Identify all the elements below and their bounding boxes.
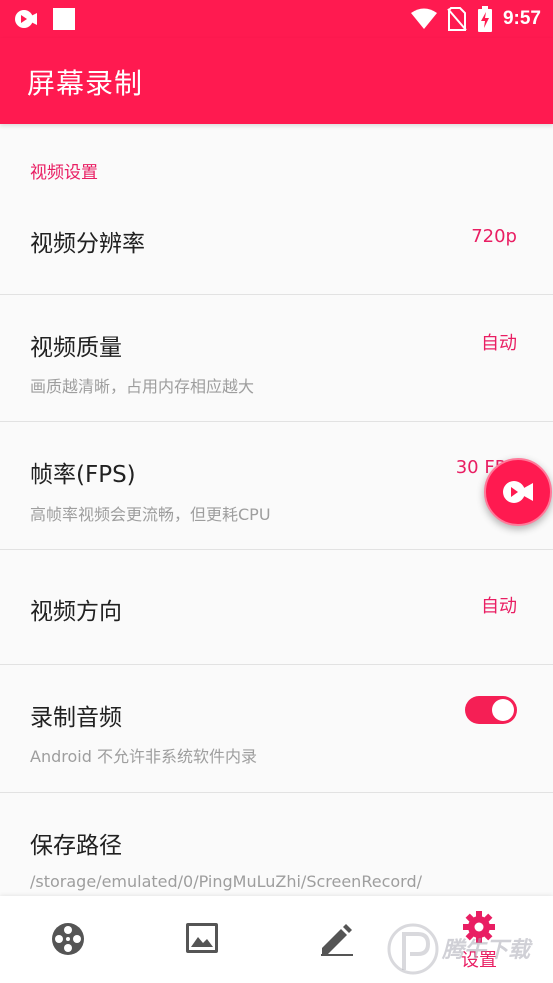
watermark-text: 腾牛下载 — [442, 938, 531, 963]
pref-frame-rate[interactable]: 帧率(FPS) 高帧率视频会更流畅，但更耗CPU 30 FPS — [0, 422, 553, 550]
app-bar: 屏幕录制 — [0, 38, 553, 124]
film-reel-icon — [52, 923, 84, 955]
pref-title: 帧率(FPS) — [30, 462, 136, 488]
page-title: 屏幕录制 — [27, 67, 144, 100]
pref-title: 保存路径 — [30, 833, 122, 859]
pref-value: 自动 — [481, 333, 517, 354]
toggle-knob — [492, 699, 514, 721]
pref-value: 720p — [471, 226, 517, 247]
edit-pencil-icon — [321, 924, 353, 956]
pref-title: 视频分辨率 — [30, 231, 145, 257]
square-icon — [53, 8, 75, 30]
nav-item-videos[interactable] — [18, 896, 118, 983]
watermark: 腾牛下载 — [386, 922, 548, 980]
video-record-icon — [503, 481, 533, 503]
pref-summary: 画质越清晰，占用内存相应越大 — [30, 377, 255, 396]
settings-list[interactable]: 视频设置 视频分辨率 720p 视频质量 画质越清晰，占用内存相应越大 自动 帧… — [0, 124, 553, 896]
pref-video-quality[interactable]: 视频质量 画质越清晰，占用内存相应越大 自动 — [0, 295, 553, 422]
pref-save-path[interactable]: 保存路径 /storage/emulated/0/PingMuLuZhi/Scr… — [0, 793, 553, 896]
nav-item-edit[interactable] — [286, 896, 386, 983]
battery-charging-icon — [477, 6, 492, 32]
watermark-logo-icon — [387, 923, 439, 975]
pref-title: 录制音频 — [30, 705, 122, 731]
no-sim-icon — [447, 7, 467, 31]
status-bar-right: 9:57 — [410, 6, 541, 32]
pref-video-resolution[interactable]: 视频分辨率 720p — [0, 202, 553, 295]
pref-summary: /storage/emulated/0/PingMuLuZhi/ScreenRe… — [30, 872, 422, 891]
status-time: 9:57 — [502, 8, 541, 29]
status-bar: 9:57 — [0, 0, 553, 38]
nav-item-images[interactable] — [152, 896, 252, 983]
pref-summary: 高帧率视频会更流畅，但更耗CPU — [30, 505, 271, 524]
pref-video-orientation[interactable]: 视频方向 自动 — [0, 550, 553, 665]
floating-record-button[interactable] — [484, 458, 552, 526]
section-header-video: 视频设置 — [30, 163, 98, 183]
pref-record-audio[interactable]: 录制音频 Android 不允许非系统软件内录 — [0, 665, 553, 793]
record-audio-toggle[interactable] — [465, 696, 517, 724]
pref-summary: Android 不允许非系统软件内录 — [30, 747, 257, 766]
pref-title: 视频方向 — [30, 599, 122, 625]
pref-value: 自动 — [481, 596, 517, 617]
status-bar-left — [14, 7, 76, 31]
pref-title: 视频质量 — [30, 335, 122, 361]
video-record-icon — [15, 10, 37, 28]
image-icon — [186, 923, 218, 953]
wifi-icon — [410, 8, 437, 29]
